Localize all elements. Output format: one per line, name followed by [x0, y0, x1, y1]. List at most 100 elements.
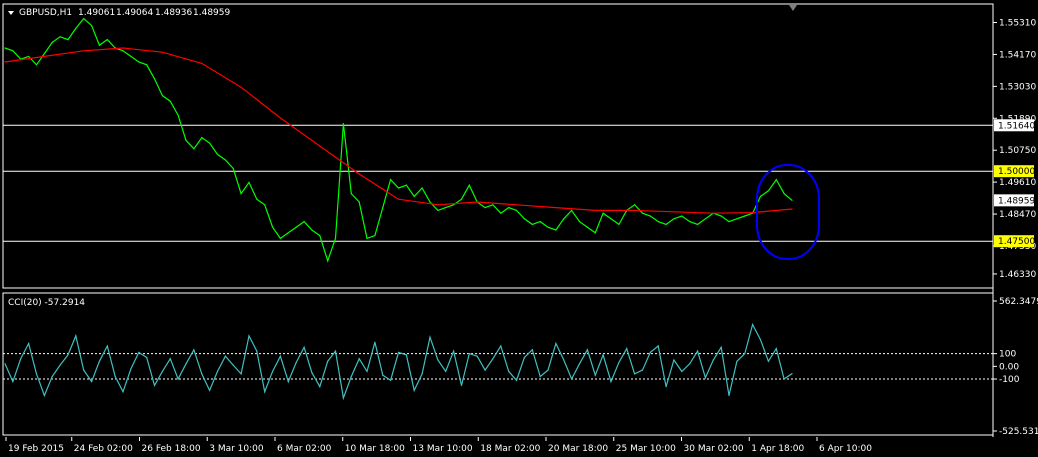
price-line-point: [366, 237, 368, 239]
price-line-point: [437, 209, 439, 211]
price-tick-label: 1.49610: [999, 178, 1036, 188]
cci-line-point: [665, 386, 667, 388]
price-line-point: [641, 212, 644, 214]
price-line-point: [98, 44, 100, 46]
cci-line-point: [689, 363, 691, 365]
ma-line-point: [555, 207, 557, 209]
cci-tick-label: 0.00: [999, 362, 1019, 372]
cci-line-point: [83, 369, 85, 371]
price-line-point: [791, 199, 793, 201]
cci-line-point: [138, 351, 140, 353]
price-line-point: [515, 209, 518, 211]
price-line-point: [106, 39, 108, 41]
current-price-tag-label: 1.48959: [998, 196, 1035, 206]
cci-tick-label: -100: [999, 375, 1020, 385]
price-line-point: [51, 41, 53, 44]
time-tick-label: 26 Feb 18:00: [142, 444, 201, 454]
cci-line-point: [405, 354, 407, 356]
cci-line-point: [374, 341, 376, 343]
price-line-point: [193, 148, 195, 150]
price-line-point: [342, 123, 344, 125]
ma-line-point: [594, 209, 596, 211]
price-line-point: [4, 47, 6, 49]
cci-line-point: [201, 373, 203, 375]
price-line-point: [421, 187, 423, 189]
cci-line-point: [460, 384, 463, 386]
cci-line-point: [114, 375, 116, 378]
cci-line-point: [720, 346, 722, 348]
price-line-point: [28, 55, 30, 58]
cci-line-point: [98, 360, 100, 362]
time-tick-label: 13 Mar 10:00: [413, 444, 473, 454]
price-line-point: [547, 226, 549, 228]
price-line-point: [681, 215, 683, 217]
price-line-point: [775, 179, 777, 181]
price-line-point: [67, 39, 69, 41]
cci-line-point: [35, 373, 38, 375]
level-price-tag-label: 1.51640: [998, 121, 1035, 131]
price-tick-label: 1.48470: [999, 210, 1036, 220]
cci-line-point: [492, 358, 494, 360]
price-line-point: [484, 207, 486, 209]
cci-line-point: [28, 342, 30, 345]
price-line-point: [468, 184, 470, 186]
price-line-point: [382, 207, 384, 209]
time-tick-label: 19 Feb 2015: [8, 444, 64, 454]
ma-line-point: [201, 62, 203, 64]
ma-line-point: [673, 211, 675, 213]
price-line-point: [390, 179, 392, 181]
price-line-point: [287, 232, 289, 234]
price-line-point: [531, 223, 533, 225]
cci-line-point: [350, 375, 352, 378]
cci-line-point: [657, 345, 659, 347]
cci-line-point: [4, 363, 6, 365]
cci-axis: 562.3479 100 0.00 -100 -525.5311: [993, 297, 1038, 437]
cci-line-point: [602, 354, 604, 356]
ma-line-point: [279, 117, 281, 119]
ma-line-point: [240, 86, 242, 88]
cci-line-point: [20, 358, 22, 360]
cci-line-point: [610, 381, 612, 383]
cci-line-point: [453, 350, 455, 352]
level-price-tag-label: 1.47500: [998, 237, 1035, 247]
price-line-point: [130, 55, 132, 58]
price-line-point: [508, 207, 510, 209]
cci-line-point: [586, 349, 589, 351]
cci-line-point: [358, 358, 360, 360]
cci-line-point: [413, 389, 415, 391]
cci-line-point: [547, 369, 549, 371]
ma-line-point: [83, 50, 85, 52]
price-line-point: [697, 223, 699, 225]
cci-line-point: [508, 370, 510, 372]
price-line-point: [657, 221, 659, 223]
cci-tick-label: 100: [999, 350, 1016, 360]
price-line-point: [327, 260, 329, 262]
price-tick-label: 1.55310: [999, 19, 1036, 29]
cci-line-point: [397, 351, 400, 353]
price-line-point: [704, 218, 707, 220]
price-line-point: [35, 64, 38, 66]
cci-tick-label: -525.5311: [999, 427, 1038, 437]
price-line-point: [783, 193, 785, 195]
price-line-point: [169, 100, 171, 102]
price-line-point: [12, 50, 14, 52]
price-line-point: [720, 215, 722, 217]
price-tick-label: 1.46330: [999, 270, 1036, 280]
time-tick-label: 24 Feb 02:00: [74, 444, 133, 454]
cci-line-point: [67, 354, 69, 356]
cci-line-point: [209, 389, 211, 391]
cci-line-point: [563, 359, 565, 361]
price-line-point: [445, 207, 447, 209]
price-line-point: [334, 237, 337, 239]
cci-line-point: [704, 377, 707, 379]
cci-line-point: [193, 349, 195, 351]
cci-line-point: [791, 373, 793, 375]
ma-line-point: [515, 204, 518, 206]
cci-line-point: [248, 335, 250, 337]
price-line-point: [689, 221, 691, 223]
price-line-point: [728, 221, 730, 223]
price-line-point: [453, 204, 455, 206]
price-line-point: [492, 204, 494, 206]
ma-line-point: [43, 55, 46, 58]
cci-line-point: [484, 369, 486, 371]
